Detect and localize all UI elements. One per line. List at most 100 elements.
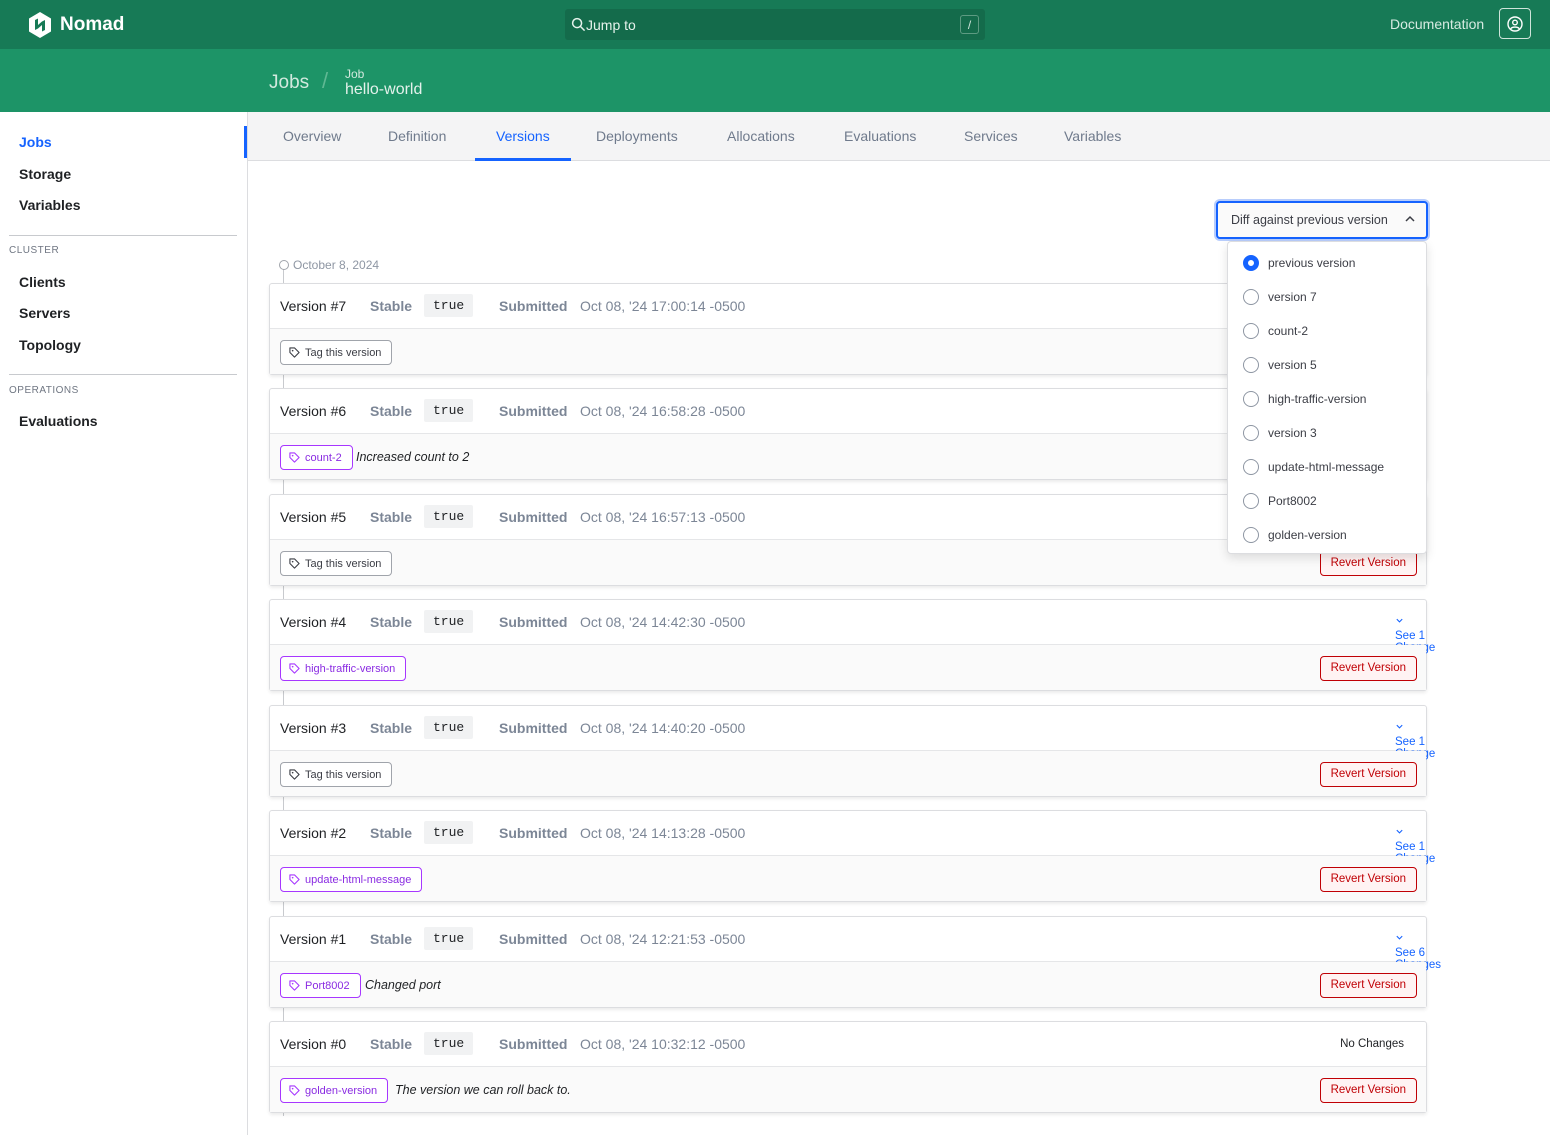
chevron-up-icon xyxy=(1405,215,1415,222)
diff-option[interactable]: count-2 xyxy=(1243,323,1308,339)
version-tag[interactable]: golden-version xyxy=(280,1078,389,1103)
revert-version-button[interactable]: Revert Version xyxy=(1319,762,1417,787)
version-body: golden-version The version we can roll b… xyxy=(270,1067,1426,1112)
version-body: Tag this version Revert Version xyxy=(270,751,1426,796)
breadcrumb-job-name[interactable]: hello-world xyxy=(345,81,422,99)
tag-this-version-label: Tag this version xyxy=(305,346,382,359)
stable-label: Stable xyxy=(370,403,413,419)
jump-to-search[interactable]: Jump to / xyxy=(565,9,985,40)
stable-label: Stable xyxy=(370,298,413,314)
submitted-time: Oct 08, '24 16:57:13 -0500 xyxy=(580,509,746,525)
tab-versions[interactable]: Versions xyxy=(475,112,571,161)
tag-this-version-button[interactable]: Tag this version xyxy=(280,762,393,787)
radio-button[interactable] xyxy=(1243,255,1259,271)
revert-version-button[interactable]: Revert Version xyxy=(1319,656,1417,681)
diff-option[interactable]: Port8002 xyxy=(1243,493,1317,509)
version-header: Version #2 Stable true Submitted Oct 08,… xyxy=(270,811,1435,865)
radio-button[interactable] xyxy=(1243,391,1259,407)
diff-option[interactable]: version 3 xyxy=(1243,425,1317,441)
search-icon xyxy=(571,17,586,32)
stable-label: Stable xyxy=(370,720,413,736)
diff-option-label: previous version xyxy=(1268,256,1356,270)
sidebar-item-servers[interactable]: Servers xyxy=(19,305,70,321)
chevron-down-icon xyxy=(1396,724,1403,729)
radio-button[interactable] xyxy=(1243,357,1259,373)
version-tag[interactable]: update-html-message xyxy=(280,867,423,892)
diff-option[interactable]: previous version xyxy=(1243,255,1355,271)
diff-option-label: version 5 xyxy=(1268,358,1317,372)
tag-this-version-button[interactable]: Tag this version xyxy=(280,340,393,365)
tab-deployments[interactable]: Deployments xyxy=(575,112,699,161)
see-changes-button[interactable]: See 1 Change xyxy=(1395,722,1435,760)
version-tag-name: count-2 xyxy=(305,451,342,464)
version-tag[interactable]: Port8002 xyxy=(280,973,361,998)
diff-against-dropdown[interactable]: Diff against previous version xyxy=(1216,201,1428,239)
nomad-logo[interactable]: Nomad xyxy=(28,12,124,38)
tab-definition[interactable]: Definition xyxy=(367,112,467,161)
version-tag[interactable]: high-traffic-version xyxy=(280,656,407,681)
diff-option[interactable]: version 7 xyxy=(1243,289,1317,305)
version-body: Port8002 Changed port Revert Version xyxy=(270,962,1426,1007)
tag-icon xyxy=(289,452,300,463)
tab-allocations[interactable]: Allocations xyxy=(706,112,816,161)
version-description: The version we can roll back to. xyxy=(395,1083,571,1097)
see-changes-button[interactable]: See 1 Change xyxy=(1395,616,1435,654)
version-number: Version #3 xyxy=(280,720,347,736)
radio-button[interactable] xyxy=(1243,459,1259,475)
diff-option[interactable]: high-traffic-version xyxy=(1243,391,1366,407)
stable-value: true xyxy=(424,505,474,528)
submitted-time: Oct 08, '24 12:21:53 -0500 xyxy=(580,931,746,947)
sidebar-divider xyxy=(9,374,237,375)
diff-option[interactable]: update-html-message xyxy=(1243,459,1384,475)
submitted-time: Oct 08, '24 14:40:20 -0500 xyxy=(580,720,746,736)
tab-services[interactable]: Services xyxy=(943,112,1039,161)
version-card: Version #2 Stable true Submitted Oct 08,… xyxy=(269,810,1435,902)
breadcrumb-job-label: Job xyxy=(345,67,365,81)
version-number: Version #6 xyxy=(280,403,347,419)
revert-version-button[interactable]: Revert Version xyxy=(1319,973,1417,998)
sidebar-active-indicator xyxy=(244,126,247,158)
tab-variables[interactable]: Variables xyxy=(1043,112,1142,161)
see-changes-button[interactable]: See 1 Change xyxy=(1395,827,1435,865)
stable-value: true xyxy=(424,399,474,422)
see-changes-button[interactable]: See 6 Changes xyxy=(1395,933,1441,971)
tag-icon xyxy=(289,347,300,358)
diff-option[interactable]: golden-version xyxy=(1243,527,1347,543)
sidebar-heading-cluster: CLUSTER xyxy=(9,245,60,256)
tab-overview[interactable]: Overview xyxy=(262,112,362,161)
documentation-link[interactable]: Documentation xyxy=(1390,16,1484,32)
tab-evaluations[interactable]: Evaluations xyxy=(823,112,937,161)
version-tag-name: update-html-message xyxy=(305,873,412,886)
tag-this-version-label: Tag this version xyxy=(305,768,382,781)
sidebar-item-variables[interactable]: Variables xyxy=(19,197,81,213)
sidebar-item-storage[interactable]: Storage xyxy=(19,166,71,182)
user-icon xyxy=(1507,15,1523,32)
radio-button[interactable] xyxy=(1243,493,1259,509)
breadcrumb-separator: / xyxy=(322,68,329,93)
version-tag-name: high-traffic-version xyxy=(305,662,396,675)
radio-button[interactable] xyxy=(1243,527,1259,543)
radio-button[interactable] xyxy=(1243,323,1259,339)
revert-version-button[interactable]: Revert Version xyxy=(1319,1078,1417,1103)
tag-this-version-label: Tag this version xyxy=(305,557,382,570)
tag-this-version-button[interactable]: Tag this version xyxy=(280,551,393,576)
revert-version-button[interactable]: Revert Version xyxy=(1319,551,1417,576)
sidebar-item-jobs[interactable]: Jobs xyxy=(19,134,52,150)
sidebar-item-topology[interactable]: Topology xyxy=(19,337,81,353)
diff-option-label: version 3 xyxy=(1268,426,1317,440)
stable-value: true xyxy=(424,1032,474,1055)
profile-button[interactable] xyxy=(1499,8,1531,39)
radio-button[interactable] xyxy=(1243,425,1259,441)
no-changes-label: No Changes xyxy=(1340,1038,1404,1050)
app-name: Nomad xyxy=(60,14,125,35)
diff-option[interactable]: version 5 xyxy=(1243,357,1317,373)
version-tag[interactable]: count-2 xyxy=(280,445,353,470)
version-tag-name: Port8002 xyxy=(305,979,350,992)
sidebar-item-clients[interactable]: Clients xyxy=(19,274,66,290)
stable-label: Stable xyxy=(370,509,413,525)
radio-button[interactable] xyxy=(1243,289,1259,305)
sidebar-item-evaluations[interactable]: Evaluations xyxy=(19,413,98,429)
breadcrumb-jobs[interactable]: Jobs xyxy=(269,72,309,94)
stable-value: true xyxy=(424,821,474,844)
revert-version-button[interactable]: Revert Version xyxy=(1319,867,1417,892)
